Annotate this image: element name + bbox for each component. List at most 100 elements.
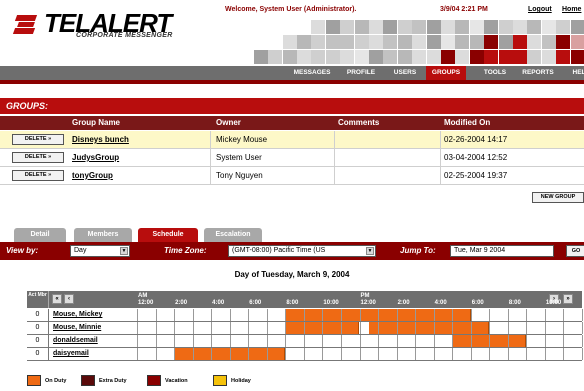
- nav-item-users[interactable]: USERS: [386, 66, 424, 80]
- grid-line: [211, 322, 213, 334]
- go-button[interactable]: GO: [566, 245, 584, 257]
- datetime-text: 3/9/04 2:21 PM: [440, 6, 488, 13]
- group-modified: 02-25-2004 19:37: [444, 171, 508, 180]
- grid-line: [266, 348, 268, 360]
- grid-line: [507, 335, 509, 347]
- hour-label: 12:00: [138, 300, 154, 306]
- member-count: 0: [27, 335, 49, 347]
- member-name-link[interactable]: Mouse, Mickey: [53, 309, 102, 321]
- nav-item-messages[interactable]: MESSAGES: [286, 66, 338, 80]
- group-name-link[interactable]: tonyGroup: [72, 171, 113, 180]
- grid-line: [396, 348, 398, 360]
- grid-line: [322, 309, 324, 321]
- grid-line: [489, 309, 491, 321]
- grid-line: [415, 348, 417, 360]
- tab-members[interactable]: Members: [74, 228, 132, 242]
- member-name-link[interactable]: Mouse, Minnie: [53, 322, 101, 334]
- grid-line: [285, 335, 287, 347]
- grid-line: [582, 335, 583, 347]
- jump-to-input[interactable]: Tue, Mar 9 2004: [450, 245, 554, 257]
- grid-line: [359, 322, 361, 334]
- schedule-header: Act Mbr « ‹ › » 12:00 2:00 4:00 6:00 8:00 10:…: [27, 291, 582, 308]
- grid-line: [137, 322, 138, 334]
- chevron-down-icon: ▼: [366, 247, 374, 255]
- grid-line: [229, 348, 231, 360]
- timezone-select[interactable]: (GMT-08:00) Pacific Time (US ▼: [228, 245, 376, 257]
- grid-line: [396, 335, 398, 347]
- grid-line: [489, 348, 491, 360]
- grid-line: [526, 348, 528, 360]
- grid-line: [174, 309, 176, 321]
- group-tabs: Detail Members Schedule Escalation: [0, 228, 584, 242]
- member-name-link[interactable]: daisyemail: [53, 348, 89, 360]
- member-name-link[interactable]: donaldsemail: [53, 335, 98, 347]
- view-by-label: View by:: [6, 246, 39, 255]
- groups-table-header: Group Name Owner Comments Modified On: [0, 116, 584, 130]
- nav-item-reports[interactable]: REPORTS: [516, 66, 560, 80]
- grid-line: [526, 335, 528, 347]
- group-name-link[interactable]: JudysGroup: [72, 153, 119, 162]
- welcome-text: Welcome, System User (Administrator).: [225, 6, 357, 13]
- grid-line: [340, 322, 342, 334]
- last-page-icon[interactable]: »: [563, 294, 573, 304]
- hour-label: 10:00: [545, 300, 562, 306]
- logo-subtitle: CORPORATE MESSENGER: [76, 32, 173, 39]
- group-owner: System User: [216, 153, 262, 162]
- nav-item-hel[interactable]: HEL: [564, 66, 584, 80]
- member-count: 0: [27, 309, 49, 321]
- am-label: AM: [138, 293, 148, 299]
- hour-label: 10:00: [323, 300, 339, 306]
- hour-label: 2:00: [175, 300, 188, 306]
- grid-line: [303, 309, 305, 321]
- grid-line: [563, 309, 565, 321]
- grid-line: [322, 322, 324, 334]
- legend-item: On Duty: [27, 375, 66, 386]
- group-modified: 02-26-2004 14:17: [444, 135, 508, 144]
- grid-line: [378, 322, 380, 334]
- grid-line: [359, 335, 361, 347]
- hour-label: 12:00: [360, 300, 376, 306]
- table-row: DELETE » Disneys bunch Mickey Mouse 02-2…: [0, 131, 584, 149]
- first-page-icon[interactable]: «: [52, 294, 62, 304]
- col-owner: Owner: [216, 118, 241, 127]
- grid-line: [433, 322, 435, 334]
- new-group-button[interactable]: NEW GROUP: [532, 192, 584, 203]
- legend-swatch: [81, 375, 95, 386]
- tab-schedule[interactable]: Schedule: [138, 228, 198, 242]
- grid-line: [248, 348, 250, 360]
- group-name-link[interactable]: Disneys bunch: [72, 135, 129, 144]
- prev-page-icon[interactable]: ‹: [64, 294, 74, 304]
- delete-button[interactable]: DELETE »: [12, 170, 64, 181]
- tab-escalation[interactable]: Escalation: [204, 228, 262, 242]
- home-link[interactable]: Home: [562, 6, 581, 13]
- grid-line: [229, 309, 231, 321]
- nav-item-groups[interactable]: GROUPS: [426, 66, 466, 80]
- grid-line: [248, 335, 250, 347]
- hour-label: 8:00: [508, 300, 521, 306]
- legend-swatch: [27, 375, 41, 386]
- view-by-select[interactable]: Day ▼: [70, 245, 130, 257]
- jump-to-value: Tue, Mar 9 2004: [454, 247, 506, 254]
- tab-detail[interactable]: Detail: [14, 228, 66, 242]
- nav-item-profile[interactable]: PROFILE: [340, 66, 382, 80]
- schedule-row: 0 Mouse, Minnie: [27, 322, 583, 335]
- grid-line: [582, 348, 583, 360]
- grid-line: [563, 348, 565, 360]
- logout-link[interactable]: Logout: [528, 6, 552, 13]
- grid-line: [174, 322, 176, 334]
- hour-label: 8:00: [286, 300, 299, 306]
- main-nav: MESSAGES PROFILE USERS GROUPS TOOLS REPORTS HE…: [0, 66, 584, 80]
- delete-button[interactable]: DELETE »: [12, 134, 64, 145]
- grid-line: [507, 322, 509, 334]
- group-modified: 03-04-2004 12:52: [444, 153, 508, 162]
- legend-label: Extra Duty: [99, 377, 127, 384]
- grid-line: [340, 335, 342, 347]
- hour-label: 6:00: [249, 300, 262, 306]
- pm-label: PM: [360, 293, 370, 299]
- grid-line: [211, 348, 213, 360]
- grid-line: [155, 309, 157, 321]
- nav-item-tools[interactable]: TOOLS: [476, 66, 514, 80]
- delete-button[interactable]: DELETE »: [12, 152, 64, 163]
- grid-line: [285, 348, 287, 360]
- grid-line: [155, 335, 157, 347]
